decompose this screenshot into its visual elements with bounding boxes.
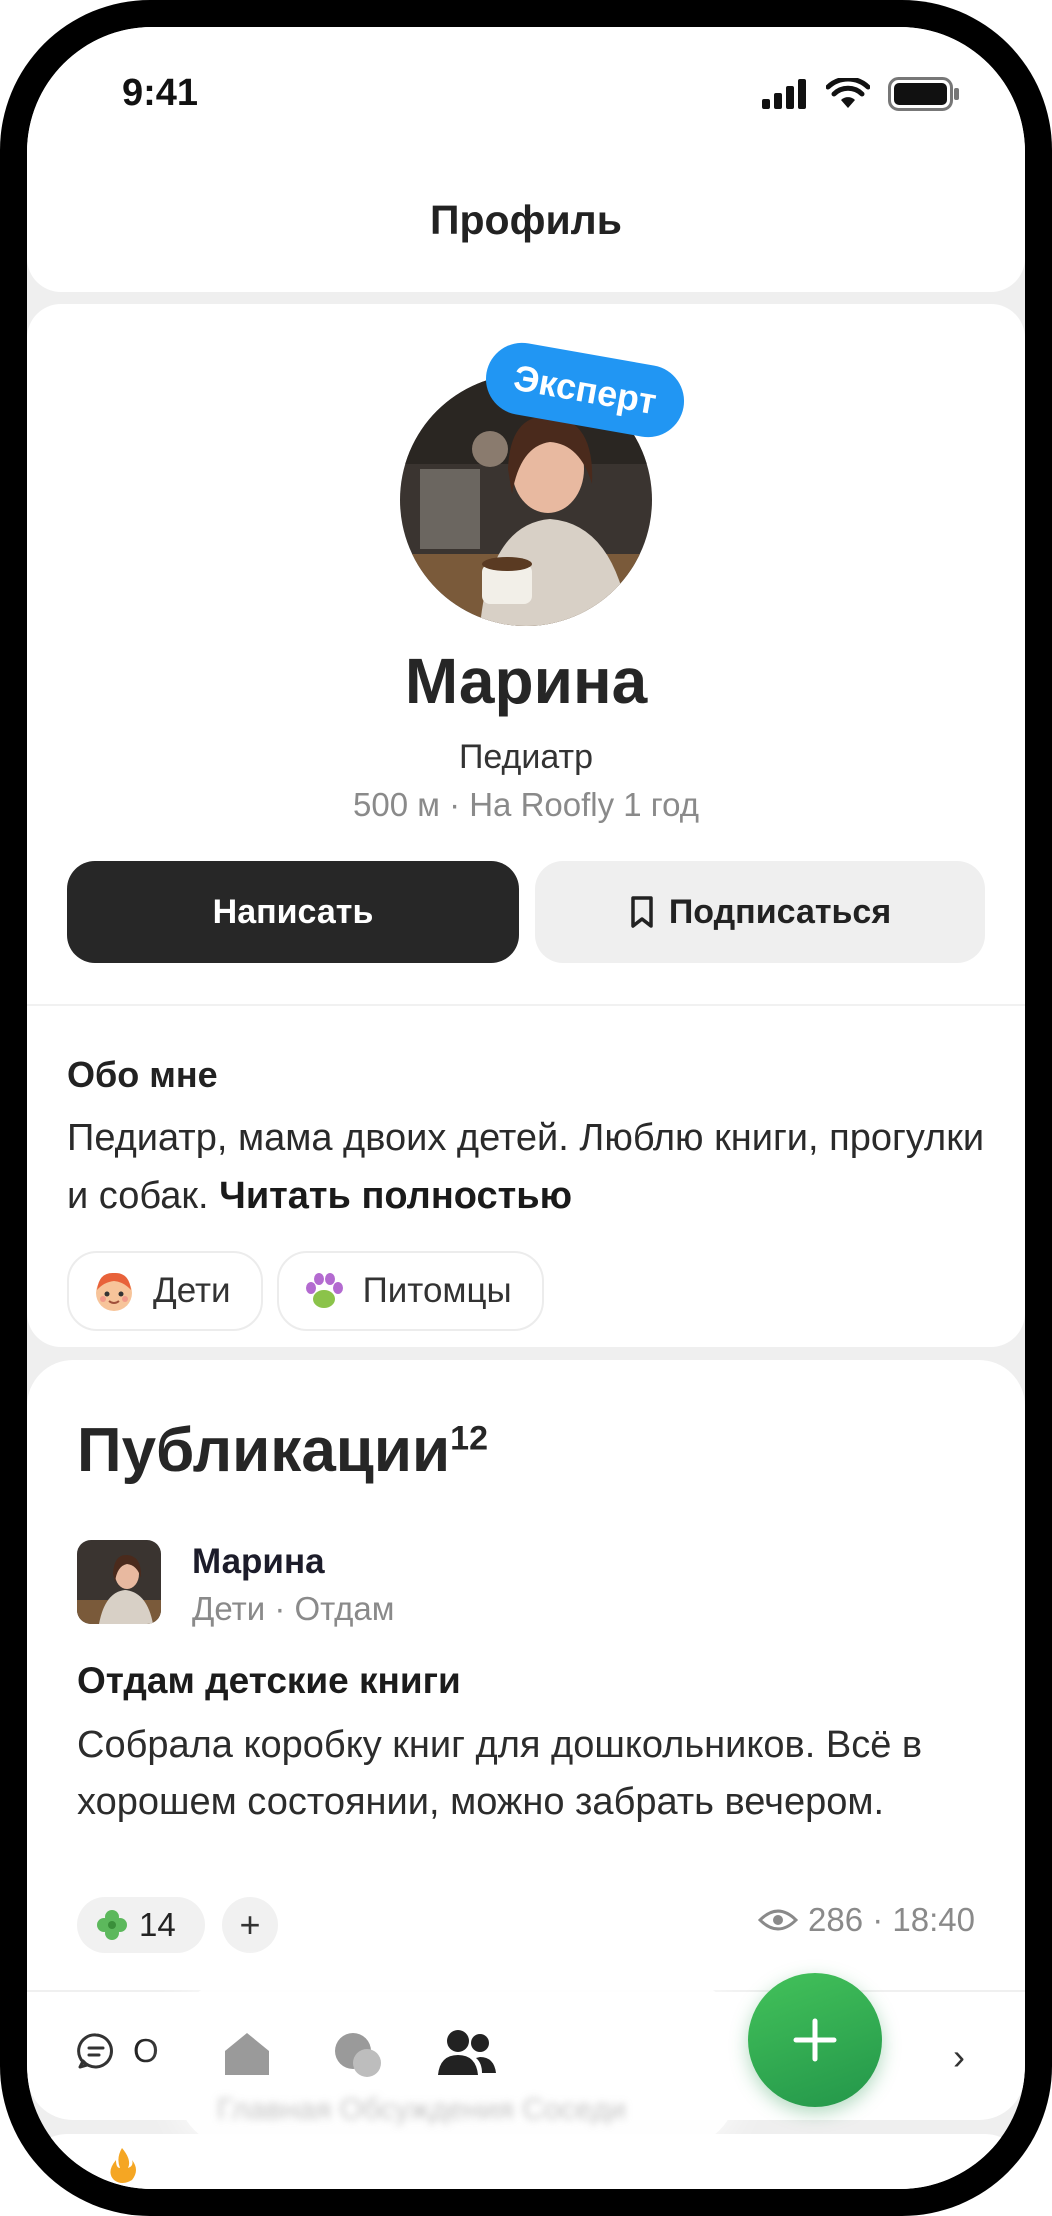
- post-category: Дети · Отдам: [192, 1590, 395, 1627]
- flame-icon: [110, 2148, 136, 2183]
- divider: [27, 1004, 1025, 1006]
- page-title: Профиль: [430, 197, 622, 243]
- child-face-icon: [96, 1272, 132, 1311]
- eye-icon: [758, 1909, 799, 1931]
- signal-icon: [762, 79, 806, 109]
- tab-discussions[interactable]: [322, 2018, 392, 2088]
- about-title: Обо мне: [67, 1054, 218, 1095]
- bookmark-icon: [631, 896, 653, 928]
- post-author-name[interactable]: Марина: [192, 1542, 325, 1582]
- battery-icon: [888, 77, 959, 111]
- tab-home[interactable]: [212, 2018, 282, 2088]
- tag-label: Дети: [153, 1271, 231, 1310]
- app-screen: 9:41 Профиль Эксперт Марина Педиатр 500 …: [27, 27, 1025, 2189]
- tag-label: Питомцы: [362, 1271, 512, 1310]
- comment-icon: [77, 2033, 113, 2069]
- status-icons: [762, 77, 960, 111]
- write-button[interactable]: Написать: [67, 861, 519, 963]
- follow-button-label: Подписаться: [668, 892, 892, 931]
- paw-icon: [305, 1273, 343, 1308]
- tab-neighbors[interactable]: [432, 2018, 502, 2088]
- profile-role: Педиатр: [458, 738, 594, 776]
- status-time: 9:41: [122, 72, 199, 114]
- bottom-tab-bar: Главная Обсуждения Соседи: [177, 1978, 737, 2148]
- profile-name: Марина: [404, 645, 648, 717]
- tab-labels-blurred: Главная Обсуждения Соседи: [217, 2093, 626, 2126]
- chevron-right-icon[interactable]: ›: [953, 2036, 965, 2078]
- follow-button[interactable]: Подписаться: [535, 861, 985, 963]
- home-icon: [225, 2033, 269, 2075]
- plus-icon: [793, 2018, 837, 2062]
- comments-row[interactable]: О: [77, 2032, 159, 2070]
- post-author-avatar[interactable]: [77, 1540, 161, 1624]
- wifi-icon: [826, 78, 870, 108]
- reaction-chip[interactable]: 14: [77, 1897, 205, 1953]
- chat-icon: [335, 2033, 381, 2077]
- interest-tags: Дети Питомцы: [67, 1251, 544, 1331]
- read-more-link[interactable]: Читать полностью: [219, 1175, 572, 1217]
- reaction-count: 14: [139, 1906, 176, 1943]
- top-header: 9:41 Профиль: [27, 27, 1025, 292]
- profile-meta: 500 м · На Roofly 1 год: [352, 786, 700, 823]
- about-text: Педиатр, мама двоих детей. Люблю книги, …: [67, 1109, 987, 1225]
- create-post-fab[interactable]: [748, 1973, 882, 2107]
- add-reaction-button[interactable]: +: [222, 1897, 278, 1953]
- tag-pets[interactable]: Питомцы: [276, 1251, 544, 1331]
- people-icon: [438, 2030, 496, 2075]
- publications-title: Публикации12: [77, 1415, 488, 1486]
- write-button-label: Написать: [212, 892, 374, 931]
- publications-title-text: Публикации: [77, 1416, 451, 1485]
- clover-icon: [97, 1910, 127, 1940]
- post-text: Собрала коробку книг для дошкольников. В…: [77, 1724, 923, 1823]
- post-views-time: 286 · 18:40: [808, 1901, 975, 1938]
- comments-label: О: [133, 2032, 159, 2069]
- profile-card: Эксперт Марина Педиатр 500 м · На Roofly…: [27, 304, 1025, 1347]
- post-title[interactable]: Отдам детские книги: [77, 1660, 461, 1702]
- post-stats: 286 · 18:40: [758, 1901, 975, 1939]
- post-avatar-photo: [77, 1540, 161, 1624]
- publications-count: 12: [450, 1419, 488, 1458]
- tag-children[interactable]: Дети: [67, 1251, 263, 1331]
